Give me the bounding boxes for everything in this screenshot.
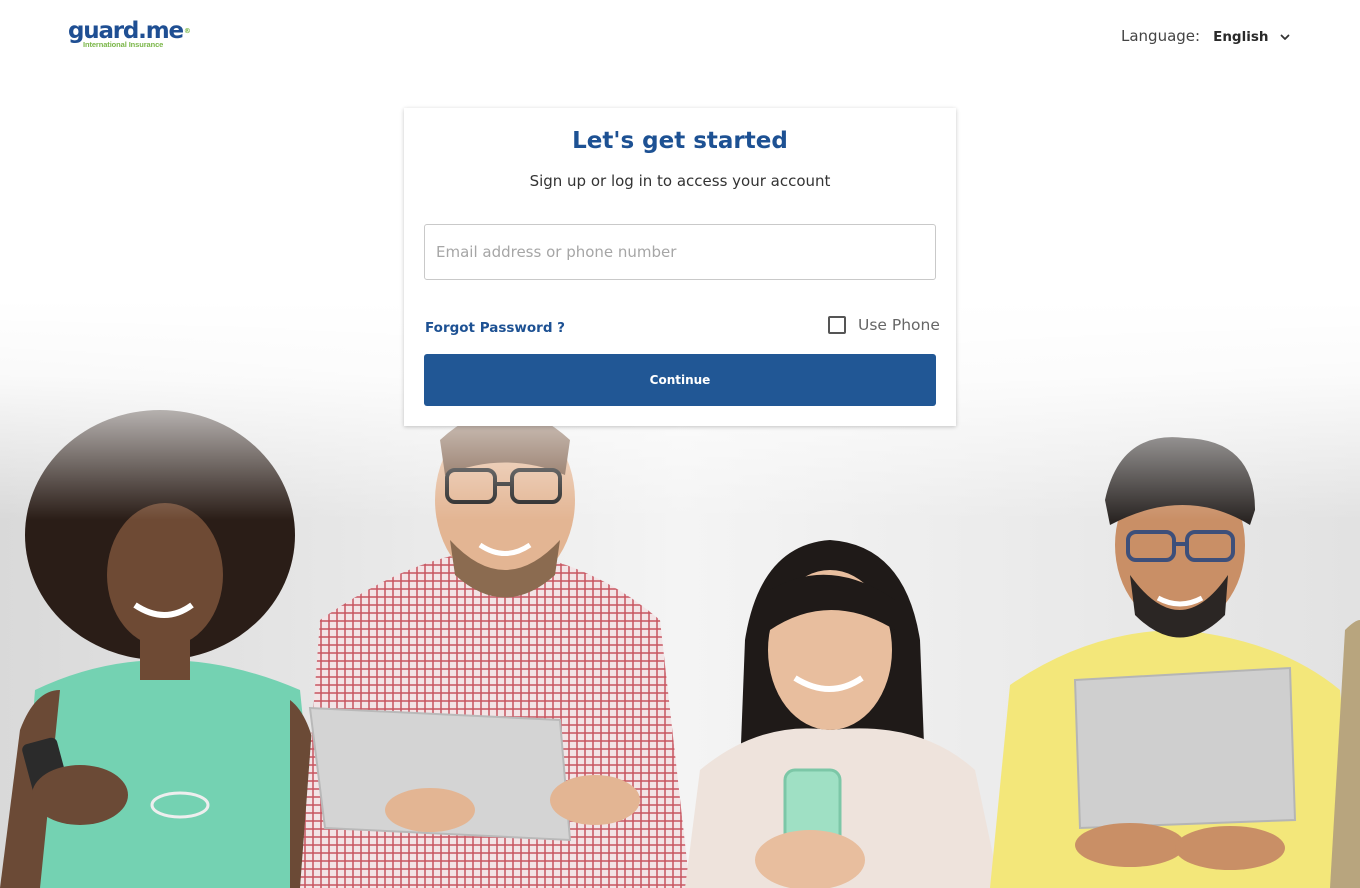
logo-tagline: International Insurance	[83, 40, 164, 49]
forgot-password-link[interactable]: Forgot Password ?	[425, 320, 565, 336]
use-phone-label: Use Phone	[858, 316, 940, 334]
language-label: Language:	[1121, 26, 1201, 45]
language-selected-value: English	[1213, 29, 1269, 45]
use-phone-toggle[interactable]: Use Phone	[828, 316, 940, 334]
use-phone-checkbox[interactable]	[828, 316, 846, 334]
login-card: Let's get started Sign up or log in to a…	[404, 108, 956, 426]
login-page: guard.me® International Insurance Langua…	[0, 0, 1360, 888]
chevron-down-icon	[1280, 34, 1289, 40]
language-selector: Language: English	[1121, 26, 1291, 45]
language-dropdown[interactable]: English	[1213, 29, 1290, 45]
guardme-logo[interactable]: guard.me® International Insurance	[68, 19, 191, 53]
email-or-phone-input[interactable]	[424, 224, 936, 280]
card-subtitle: Sign up or log in to access your account	[529, 172, 831, 190]
continue-button[interactable]: Continue	[424, 354, 936, 406]
card-title: Let's get started	[572, 128, 788, 154]
